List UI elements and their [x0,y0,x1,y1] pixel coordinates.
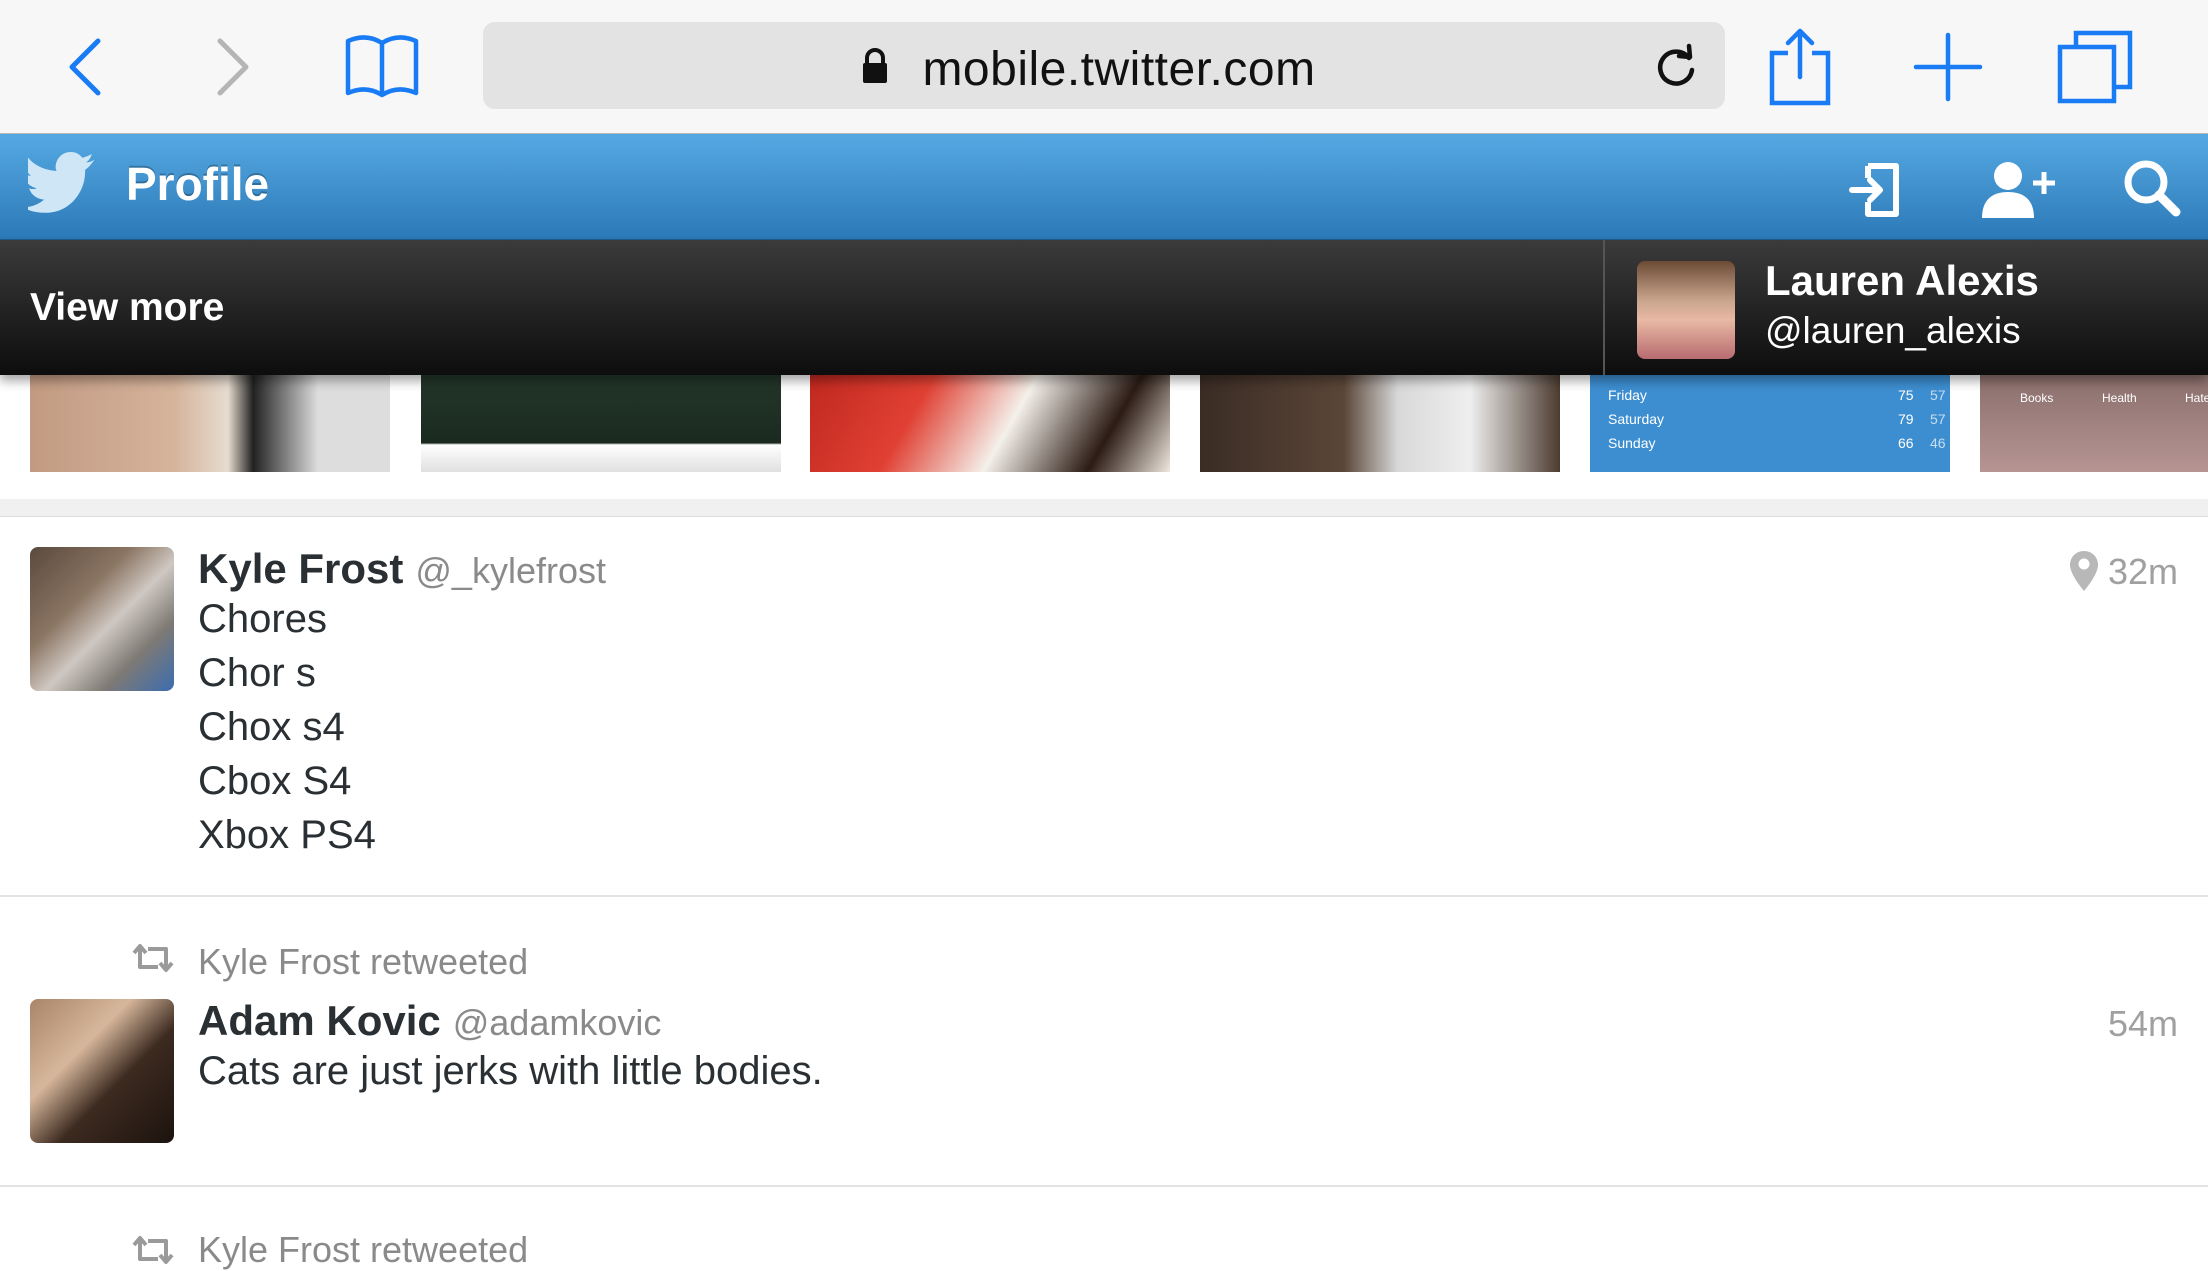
tweet-handle: @_kylefrost [415,550,606,591]
tweet[interactable]: Kyle Frost retweeted [0,1187,2208,1270]
tweet-author[interactable]: Adam Kovic @adamkovic [198,997,661,1045]
twitter-bird-icon[interactable] [20,152,98,214]
browser-toolbar: mobile.twitter.com [0,0,2208,134]
media-thumbnail[interactable] [1200,375,1560,472]
back-icon[interactable] [48,27,128,107]
tweet-text-line: Chor s [198,651,316,695]
avatar[interactable] [30,999,174,1143]
address-bar[interactable]: mobile.twitter.com [483,22,1725,109]
suggested-user-name[interactable]: Lauren Alexis [1765,257,2039,305]
url-text: mobile.twitter.com [922,43,1316,96]
media-thumbnail-homescreen[interactable]: Books Health Hate [1980,375,2208,472]
media-strip: Friday 75 57 Saturday 79 57 Sunday 66 46… [0,375,2208,503]
media-thumbnail-weather[interactable]: Friday 75 57 Saturday 79 57 Sunday 66 46 [1590,375,1950,472]
page-title: Profile [126,158,270,210]
sign-in-icon[interactable] [1846,156,1910,220]
avatar[interactable] [30,547,174,691]
reload-icon[interactable] [1651,42,1701,92]
twitter-header: Profile [0,134,2208,240]
tweet-handle: @adamkovic [452,1002,662,1043]
view-more-link[interactable]: View more [30,286,224,330]
tabs-icon[interactable] [2054,27,2134,107]
tweet-text-line: Cats are just jerks with little bodies. [198,1049,823,1093]
media-thumbnail[interactable] [30,375,390,472]
suggested-user-handle[interactable]: @lauren_alexis [1765,310,2021,352]
retweet-icon [130,1235,176,1265]
tweet-author[interactable]: Kyle Frost @_kylefrost [198,545,606,593]
share-icon[interactable] [1760,27,1840,107]
tweet[interactable]: Kyle Frost retweeted Adam Kovic @adamkovi… [0,897,2208,1187]
bookmarks-icon[interactable] [342,27,422,107]
tweet-text-line: Chores [198,597,327,641]
tweet-text-line: Cbox S4 [198,759,352,803]
new-tab-icon[interactable] [1908,27,1988,107]
tweet-time[interactable]: 54m [2108,1003,2178,1045]
divider [1603,240,1605,375]
media-thumbnail[interactable] [810,375,1170,472]
retweet-icon [130,943,176,973]
who-to-follow-bar: View more Lauren Alexis @lauren_alexis [0,240,2208,375]
tweet-text-line: Xbox PS4 [198,813,376,857]
search-icon[interactable] [2120,156,2184,220]
section-divider [0,499,2208,517]
tweet-time[interactable]: 32m [2108,551,2178,593]
avatar[interactable] [1637,261,1735,359]
add-user-icon[interactable] [1980,156,2058,220]
tweet-text-line: Chox s4 [198,705,345,749]
retweeted-by-label[interactable]: Kyle Frost retweeted [198,1229,528,1271]
forward-icon[interactable] [190,27,270,107]
retweeted-by-label[interactable]: Kyle Frost retweeted [198,941,528,983]
location-pin-icon [2068,549,2100,593]
media-thumbnail[interactable] [421,375,781,472]
tweet[interactable]: Kyle Frost @_kylefrost 32m Chores Chor s … [0,517,2208,897]
